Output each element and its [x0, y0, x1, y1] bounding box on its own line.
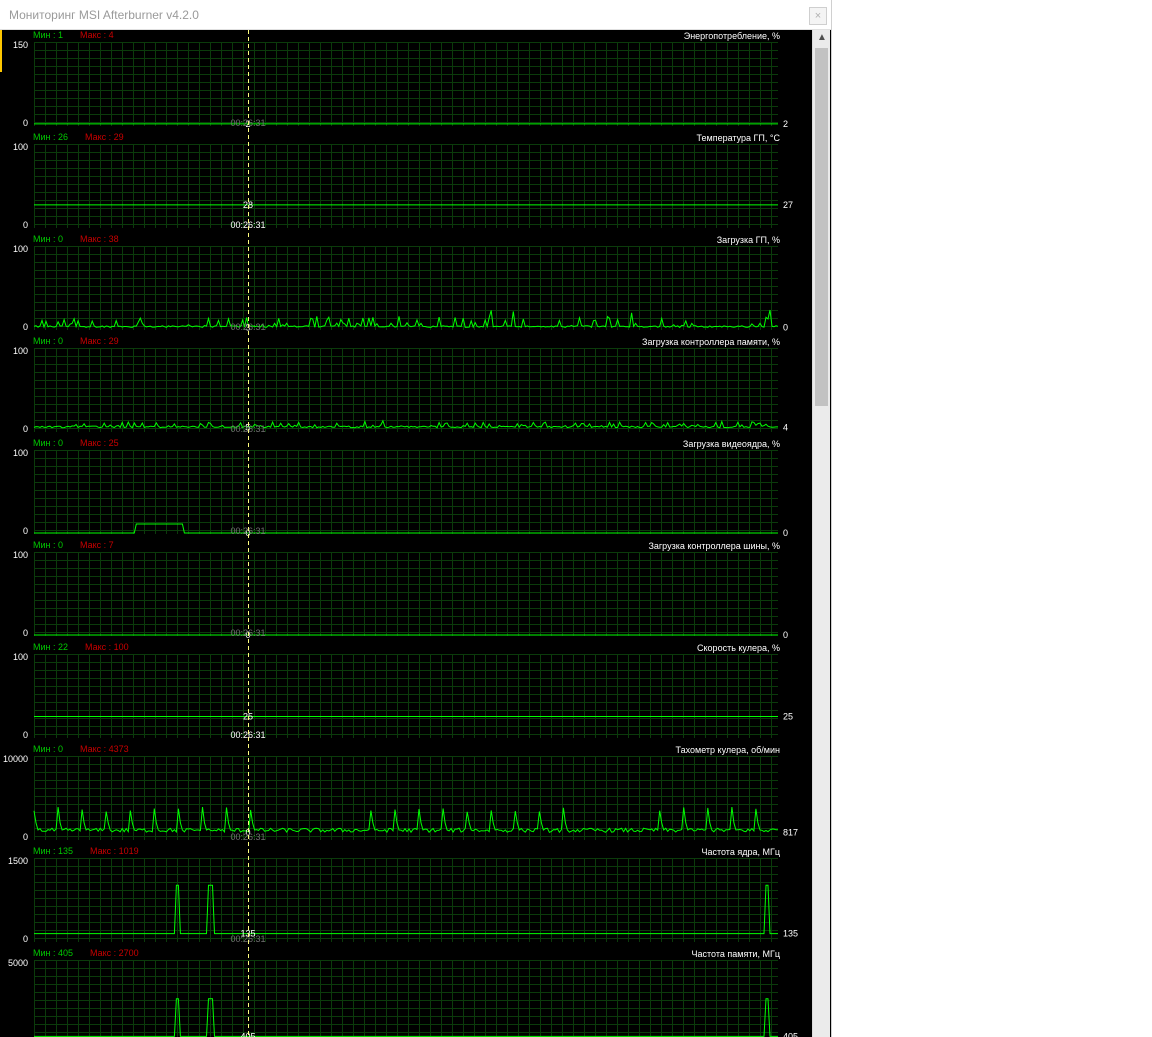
graph-min-label: Мин : 1 — [33, 30, 63, 40]
graph-current-value: 0 — [783, 528, 788, 538]
graph-y-max: 1500 — [8, 856, 28, 866]
graph-panel: Мин : 1 Макс : 4 Энергопотребление, % 150 0 2… — [13, 30, 788, 129]
graph-y-max: 100 — [13, 652, 28, 662]
graph-panel: Мин : 22 Макс : 100 Скорость кулера, % 100 0… — [13, 642, 793, 740]
graph-grid — [34, 858, 778, 942]
graph-grid — [34, 450, 778, 534]
scroll-up-arrow[interactable]: ▲ — [814, 30, 830, 46]
graph-min-label: Мин : 0 — [33, 744, 63, 754]
graph-y-min: 0 — [23, 526, 28, 536]
graph-max-label: Макс : 2700 — [90, 948, 139, 958]
graph-y-min: 0 — [23, 730, 28, 740]
graph-y-min: 0 — [23, 220, 28, 230]
graph-panel: Мин : 26 Макс : 29 Температура ГП, °С 100 0 2… — [13, 132, 793, 230]
graph-current-value: 0 — [783, 630, 788, 640]
graph-y-max: 10000 — [3, 754, 28, 764]
graph-min-label: Мин : 0 — [33, 540, 63, 550]
graph-y-max: 100 — [13, 550, 28, 560]
graph-y-max: 100 — [13, 448, 28, 458]
graph-y-max: 100 — [13, 346, 28, 356]
graph-min-label: Мин : 135 — [33, 846, 73, 856]
graph-title: Загрузка видеоядра, % — [683, 439, 780, 449]
graph-max-label: Макс : 29 — [80, 336, 119, 346]
graph-panel: Мин : 135 Макс : 1019 Частота ядра, МГц 150… — [8, 846, 798, 944]
graph-title: Загрузка контроллера памяти, % — [642, 337, 780, 347]
graph-current-value: 817 — [783, 827, 798, 837]
graph-y-min: 0 — [23, 934, 28, 944]
graph-line — [34, 998, 778, 1037]
graph-grid — [34, 756, 778, 840]
graph-current-value: 135 — [783, 929, 798, 939]
graph-y-max: 5000 — [8, 958, 28, 968]
graph-line — [33, 419, 778, 429]
graph-max-label: Макс : 4 — [80, 30, 114, 40]
graph-max-label: Макс : 4373 — [80, 744, 129, 754]
graph-min-label: Мин : 405 — [33, 948, 73, 958]
graph-min-label: Мин : 0 — [33, 336, 63, 346]
graph-y-max: 100 — [13, 142, 28, 152]
window-title: Мониторинг MSI Afterburner v4.2.0 — [9, 8, 199, 22]
graph-line — [34, 884, 778, 935]
graph-max-label: Макс : 1019 — [90, 846, 139, 856]
graph-grid — [34, 348, 778, 432]
vertical-scrollbar[interactable]: ▲ — [812, 30, 830, 1037]
graph-panel: Мин : 0 Макс : 25 Загрузка видеоядра, % 100… — [13, 438, 788, 538]
graph-grid — [34, 144, 778, 228]
scroll-thumb[interactable] — [815, 48, 828, 406]
graph-title: Частота памяти, МГц — [692, 949, 780, 959]
graph-y-min: 0 — [23, 118, 28, 128]
graph-max-label: Макс : 29 — [85, 132, 124, 142]
graph-current-value: 0 — [783, 322, 788, 332]
graph-y-max: 100 — [13, 244, 28, 254]
graph-title: Частота ядра, МГц — [701, 847, 780, 857]
graph-title: Тахометр кулера, об/мин — [676, 745, 781, 755]
graph-min-label: Мин : 0 — [33, 234, 63, 244]
graph-panel: Мин : 0Макс : 38Загрузка ГП, %10000300:2… — [13, 234, 788, 332]
graph-panel: Мин : 0 Макс : 29 Загрузка контроллера пам… — [13, 336, 788, 434]
graph-title: Загрузка ГП, % — [717, 235, 780, 245]
graph-current-value: 27 — [783, 200, 793, 210]
graph-y-min: 0 — [23, 628, 28, 638]
graph-grid — [34, 654, 778, 738]
monitoring-window: Мониторинг MSI Afterburner v4.2.0 × Мин … — [0, 0, 832, 1037]
graph-min-label: Мин : 26 — [33, 132, 68, 142]
graph-max-label: Макс : 100 — [85, 642, 129, 652]
graph-grid — [34, 42, 778, 126]
graph-current-value: 2 — [783, 119, 788, 129]
graph-y-max: 150 — [13, 40, 28, 50]
title-bar[interactable]: Мониторинг MSI Afterburner v4.2.0 × — [0, 0, 831, 30]
graph-max-label: Макс : 25 — [80, 438, 119, 448]
graph-y-min: 0 — [23, 424, 28, 434]
graph-current-value: 25 — [783, 712, 793, 722]
monitoring-graphs[interactable]: Мин : 1 Макс : 4 Энергопотребление, %1500 2… — [0, 30, 812, 1037]
graph-grid — [34, 246, 778, 330]
graph-max-label: Макс : 7 — [80, 540, 114, 550]
close-button[interactable]: × — [809, 7, 827, 25]
graph-y-min: 0 — [23, 832, 28, 842]
graph-grid — [34, 552, 778, 636]
graph-panel: Мин : 0 Макс : 4373 Тахометр кулера, об/ми… — [3, 744, 798, 842]
graph-line — [34, 523, 778, 534]
graph-title: Загрузка контроллера шины, % — [648, 541, 780, 551]
graph-grid — [34, 960, 778, 1037]
graph-panel: Мин : 0 Макс : 7 Загрузка контроллера шины… — [13, 540, 788, 640]
graph-title: Температура ГП, °С — [697, 133, 781, 143]
graph-title: Энергопотребление, % — [684, 31, 780, 41]
graph-title: Скорость кулера, % — [697, 643, 780, 653]
graph-min-label: Мин : 0 — [33, 438, 63, 448]
graph-panel: Мин : 405 Макс : 2700 Частота памяти, МГц 5… — [8, 948, 798, 1037]
graph-max-label: Макс : 38 — [80, 234, 119, 244]
graph-y-min: 0 — [23, 322, 28, 332]
graph-current-value: 4 — [783, 423, 788, 433]
graph-current-value: 405 — [783, 1031, 798, 1037]
graph-min-label: Мин : 22 — [33, 642, 68, 652]
